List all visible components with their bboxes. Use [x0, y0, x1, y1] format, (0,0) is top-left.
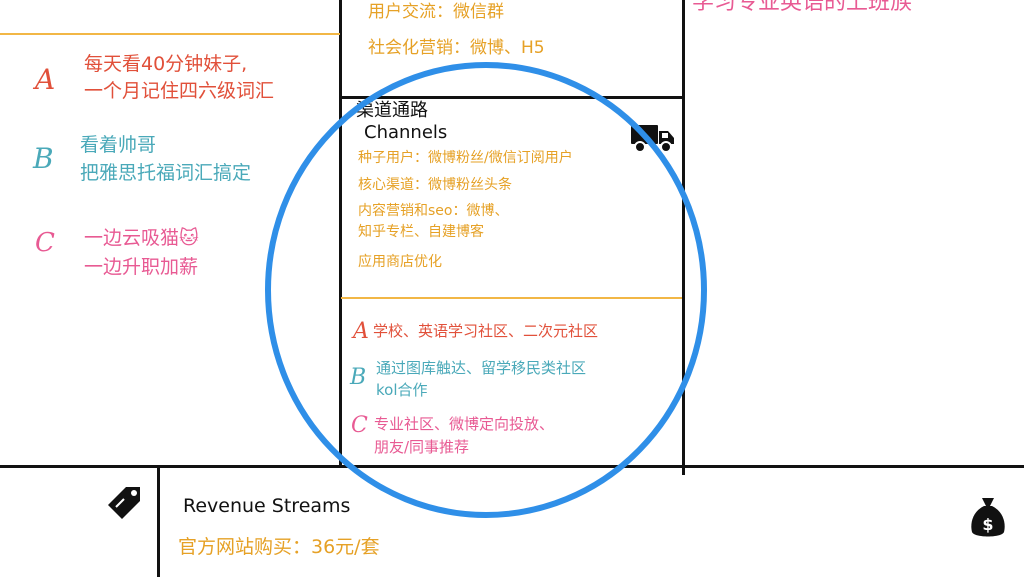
marker-c: C: [35, 228, 55, 258]
channels-title-en: Channels: [364, 122, 448, 143]
channel-item-core: 核心渠道：微博粉丝头条: [358, 177, 512, 193]
divider-left-orange: [0, 33, 340, 35]
money-bag-icon: $: [971, 498, 1005, 537]
value-a-line1: 每天看40分钟妹子,: [84, 53, 248, 75]
channels-marker-a: A: [353, 319, 369, 344]
channels-marker-b: B: [350, 365, 367, 390]
channels-marker-c: C: [351, 413, 368, 438]
channels-c-line2: 朋友/同事推荐: [374, 438, 470, 456]
marker-b: B: [33, 142, 54, 175]
channels-title-cn: 渠道通路: [356, 100, 428, 121]
channel-item-seo-line2: 知乎专栏、自建博客: [358, 224, 484, 240]
channels-b-line2: kol合作: [376, 381, 428, 399]
revenue-price: 官方网站购买：36元/套: [178, 536, 380, 558]
value-c-line1: 一边云吸猫🐱: [84, 227, 199, 249]
customer-segment-fragment: 学习专业英语的上班族: [692, 0, 913, 15]
social-marketing-text: 社会化营销：微博、H5: [368, 38, 545, 58]
channel-item-aso: 应用商店优化: [358, 254, 442, 270]
divider-vertical-left: [339, 0, 342, 468]
divider-channels-orange: [341, 297, 682, 299]
truck-icon: [631, 125, 674, 153]
revenue-title: Revenue Streams: [183, 495, 351, 517]
business-model-canvas: 用户交流：微信群 社会化营销：微博、H5 学习专业英语的上班族 A 每天看40分…: [0, 0, 1024, 577]
channels-b-line1: 通过图库触达、留学移民类社区: [376, 359, 587, 377]
value-c-line2: 一边升职加薪: [84, 256, 199, 278]
community-text: 用户交流：微信群: [368, 2, 504, 22]
divider-bottom: [0, 465, 1024, 468]
value-b-line1: 看着帅哥: [80, 134, 157, 156]
channels-a-text: 学校、英语学习社区、二次元社区: [373, 322, 599, 340]
svg-text:$: $: [982, 515, 993, 534]
divider-channels-top: [339, 96, 685, 99]
price-tag-icon: [108, 487, 140, 519]
divider-revenue-left: [157, 467, 160, 577]
channel-item-seo-line1: 内容营销和seo：微博、: [358, 203, 509, 219]
channel-item-seed-users: 种子用户：微博粉丝/微信订阅用户: [358, 150, 573, 166]
channels-c-line1: 专业社区、微博定向投放、: [374, 415, 555, 433]
value-a-line2: 一个月记住四六级词汇: [84, 80, 275, 102]
marker-a: A: [35, 63, 56, 96]
divider-vertical-right: [682, 0, 685, 475]
value-b-line2: 把雅思托福词汇搞定: [80, 162, 252, 184]
